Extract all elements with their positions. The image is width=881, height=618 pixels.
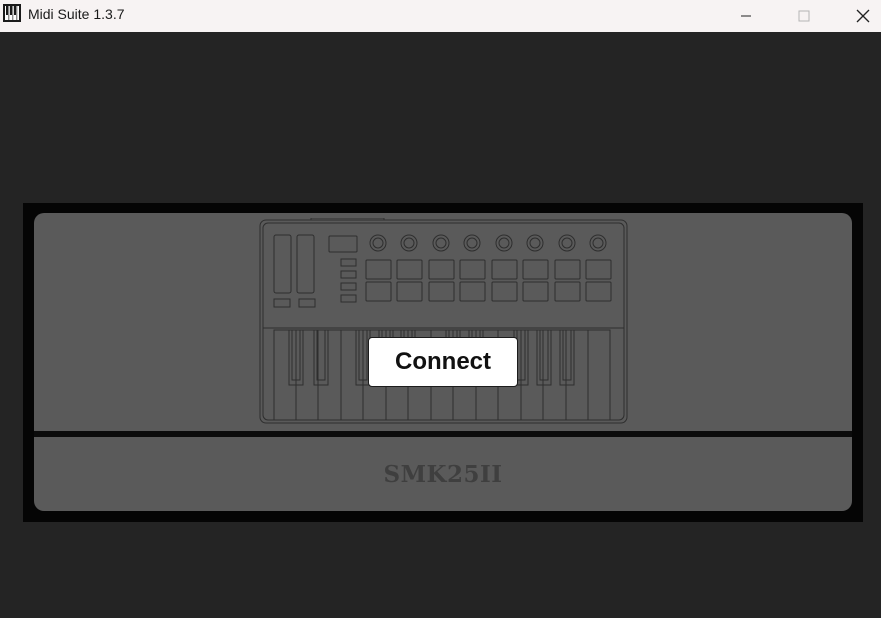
close-button[interactable] [833, 0, 881, 32]
piano-keys-icon [3, 4, 21, 22]
midi-keyboard-illustration [259, 218, 628, 424]
device-name: SMK25II [383, 460, 503, 488]
device-name-panel: SMK25II [34, 437, 852, 511]
maximize-button[interactable] [774, 0, 834, 32]
minimize-button[interactable] [716, 0, 776, 32]
maximize-icon [798, 10, 810, 22]
close-icon [856, 9, 870, 23]
title-bar: Midi Suite 1.3.7 [0, 0, 881, 32]
minimize-icon [741, 15, 751, 17]
connect-button[interactable]: Connect [368, 337, 518, 387]
app-title: Midi Suite 1.3.7 [28, 6, 125, 22]
